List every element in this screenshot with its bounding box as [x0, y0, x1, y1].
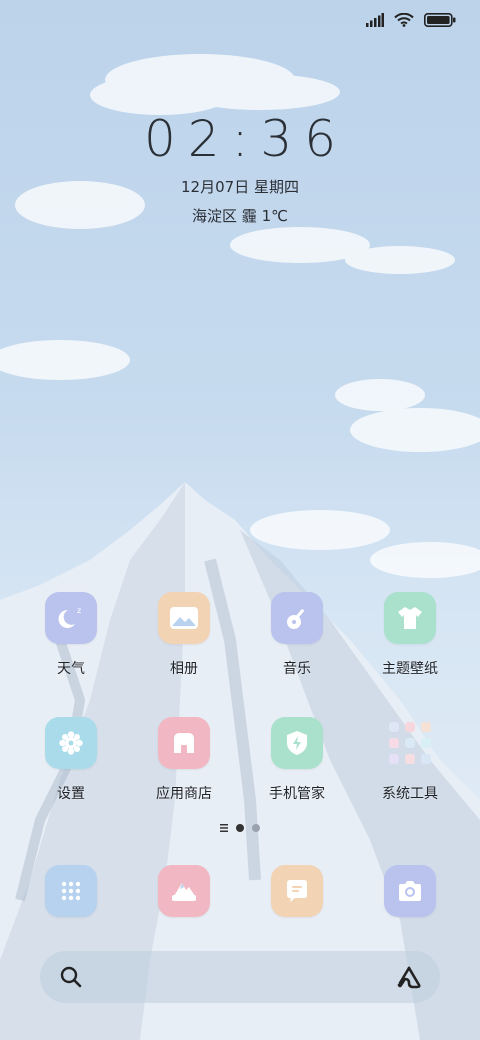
app-weather[interactable]: z 天气	[16, 592, 126, 678]
gallery-icon	[158, 865, 210, 917]
battery-icon	[424, 13, 456, 27]
clock-time: 02:36	[143, 110, 349, 168]
app-folder-system-tools[interactable]: 系统工具	[355, 717, 465, 803]
app-label: 音乐	[283, 661, 311, 677]
dock-messages[interactable]	[242, 865, 352, 917]
app-themes[interactable]: 主题壁纸	[355, 592, 465, 678]
app-store[interactable]: 应用商店	[129, 717, 239, 803]
app-label: 系统工具	[382, 786, 438, 802]
app-label: 主题壁纸	[382, 661, 438, 677]
gear-icon	[45, 717, 97, 769]
date-text: 12月07日 星期四	[181, 178, 299, 196]
page-dot-active	[236, 824, 244, 832]
app-music[interactable]: 音乐	[242, 592, 352, 678]
guitar-icon	[271, 592, 323, 644]
dock-camera[interactable]	[355, 865, 465, 917]
app-gallery[interactable]: 相册	[129, 592, 239, 678]
wifi-icon	[394, 13, 414, 27]
shield-icon	[271, 717, 323, 769]
search-bar[interactable]	[40, 951, 440, 1003]
dialpad-icon	[45, 865, 97, 917]
weather-text: 海淀区 霾 1℃	[192, 207, 288, 225]
app-label: 天气	[57, 661, 85, 677]
search-icon[interactable]	[60, 966, 82, 988]
page-dot	[252, 824, 260, 832]
photo-icon	[158, 592, 210, 644]
lock-clock-widget[interactable]: 02:36 12月07日 星期四 海淀区 霾 1℃	[0, 110, 480, 226]
menu-lines-icon	[220, 824, 228, 832]
dock-phone[interactable]	[16, 865, 126, 917]
camera-icon	[384, 865, 436, 917]
app-label: 相册	[170, 661, 198, 677]
app-security[interactable]: 手机管家	[242, 717, 352, 803]
page-indicator[interactable]	[0, 824, 480, 832]
tshirt-icon	[384, 592, 436, 644]
dock-gallery[interactable]	[129, 865, 239, 917]
signal-icon	[366, 13, 384, 27]
folder-icon	[384, 717, 436, 769]
assistant-icon[interactable]	[396, 965, 422, 989]
app-settings[interactable]: 设置	[16, 717, 126, 803]
status-bar	[366, 10, 456, 30]
svg-text:z: z	[77, 606, 81, 615]
store-icon	[158, 717, 210, 769]
home-screen: 02:36 12月07日 星期四 海淀区 霾 1℃ z 天气 相册 音乐 主题壁…	[0, 0, 480, 1040]
app-label: 应用商店	[156, 786, 212, 802]
moon-icon: z	[45, 592, 97, 644]
message-icon	[271, 865, 323, 917]
app-label: 设置	[57, 786, 85, 802]
app-label: 手机管家	[269, 786, 325, 802]
